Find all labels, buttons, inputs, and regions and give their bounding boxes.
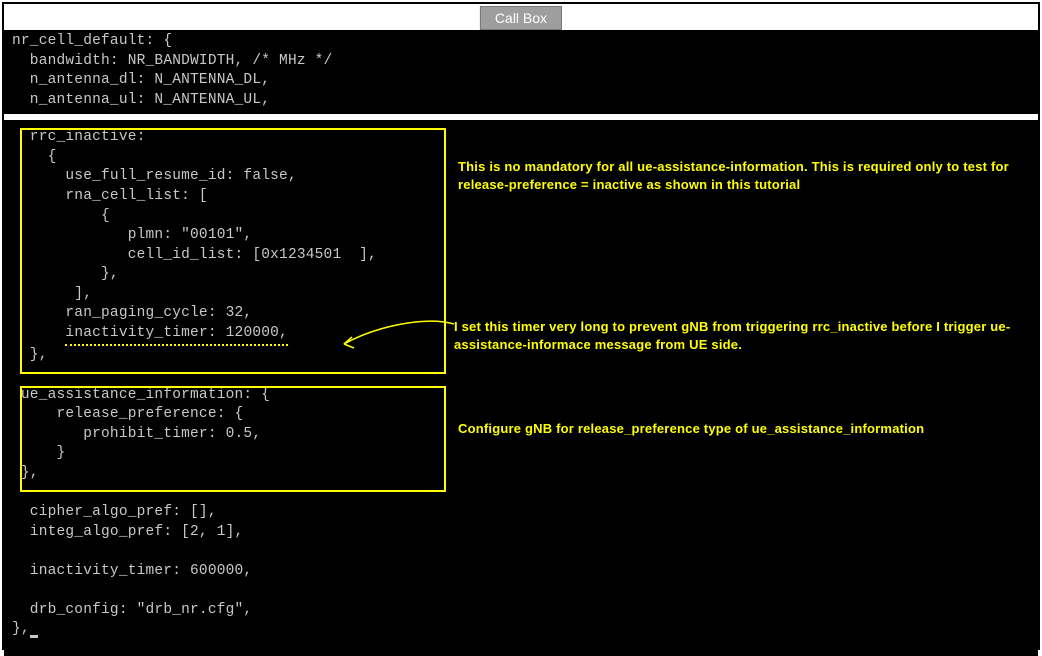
top-bar: Call Box bbox=[4, 4, 1038, 30]
code-line: }, bbox=[12, 265, 1030, 285]
code-line: ], bbox=[12, 285, 1030, 305]
code-region-top: nr_cell_default: { bandwidth: NR_BANDWID… bbox=[4, 30, 1038, 114]
code-text: }, bbox=[12, 621, 30, 637]
annotation-inactivity-timer: I set this timer very long to prevent gN… bbox=[454, 318, 1014, 353]
blank-line bbox=[12, 366, 1030, 386]
document-frame: Call Box nr_cell_default: { bandwidth: N… bbox=[2, 2, 1040, 650]
call-box-tab[interactable]: Call Box bbox=[480, 6, 562, 30]
code-region-main: This is no mandatory for all ue-assistan… bbox=[4, 120, 1038, 656]
code-line: n_antenna_dl: N_ANTENNA_DL, bbox=[12, 71, 1030, 91]
code-line: }, bbox=[12, 620, 1030, 640]
code-line: integ_algo_pref: [2, 1], bbox=[12, 523, 1030, 543]
code-line: inactivity_timer: 600000, bbox=[12, 562, 1030, 582]
code-line: plmn: "00101", bbox=[12, 226, 1030, 246]
code-text bbox=[12, 325, 65, 341]
code-line: }, bbox=[12, 464, 1030, 484]
code-line: cell_id_list: [0x1234501 ], bbox=[12, 246, 1030, 266]
code-line: { bbox=[12, 207, 1030, 227]
code-line: n_antenna_ul: N_ANTENNA_UL, bbox=[12, 91, 1030, 111]
cursor-icon bbox=[30, 635, 38, 638]
code-line: rrc_inactive: bbox=[12, 128, 1030, 148]
blank-line bbox=[12, 483, 1030, 503]
code-line: ue_assistance_information: { bbox=[12, 386, 1030, 406]
blank-line bbox=[12, 542, 1030, 562]
annotation-ue-assistance: Configure gNB for release_preference typ… bbox=[458, 420, 924, 438]
code-line: bandwidth: NR_BANDWIDTH, /* MHz */ bbox=[12, 52, 1030, 72]
code-line: drb_config: "drb_nr.cfg", bbox=[12, 601, 1030, 621]
code-line: cipher_algo_pref: [], bbox=[12, 503, 1030, 523]
code-line: nr_cell_default: { bbox=[12, 32, 1030, 52]
blank-line bbox=[12, 581, 1030, 601]
inactivity-timer-highlighted: inactivity_timer: 120000, bbox=[65, 324, 288, 347]
code-line: } bbox=[12, 444, 1030, 464]
annotation-rrc-inactive: This is no mandatory for all ue-assistan… bbox=[458, 158, 1018, 193]
